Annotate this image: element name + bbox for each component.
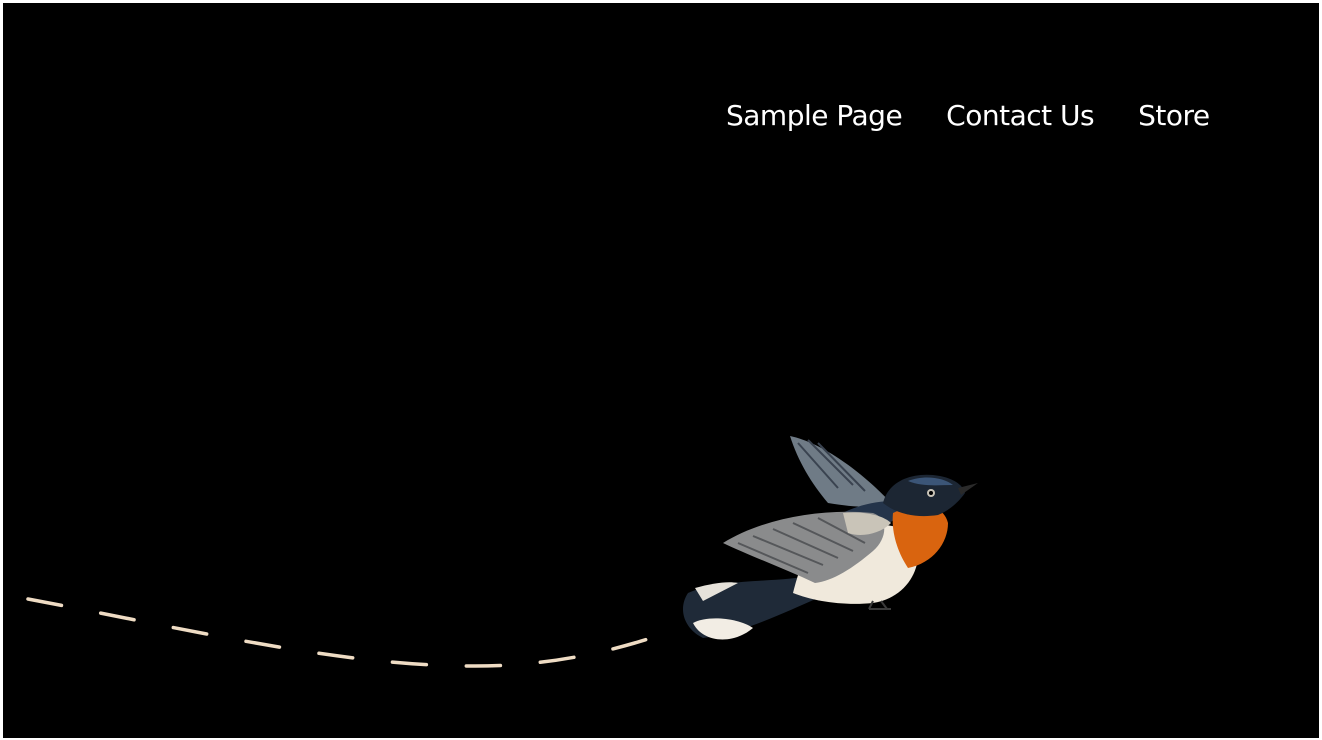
hero-illustration — [26, 436, 978, 668]
bird-icon — [683, 436, 978, 640]
page-canvas: Sample Page Contact Us Store — [3, 3, 1319, 738]
flight-path-trail — [26, 597, 650, 668]
